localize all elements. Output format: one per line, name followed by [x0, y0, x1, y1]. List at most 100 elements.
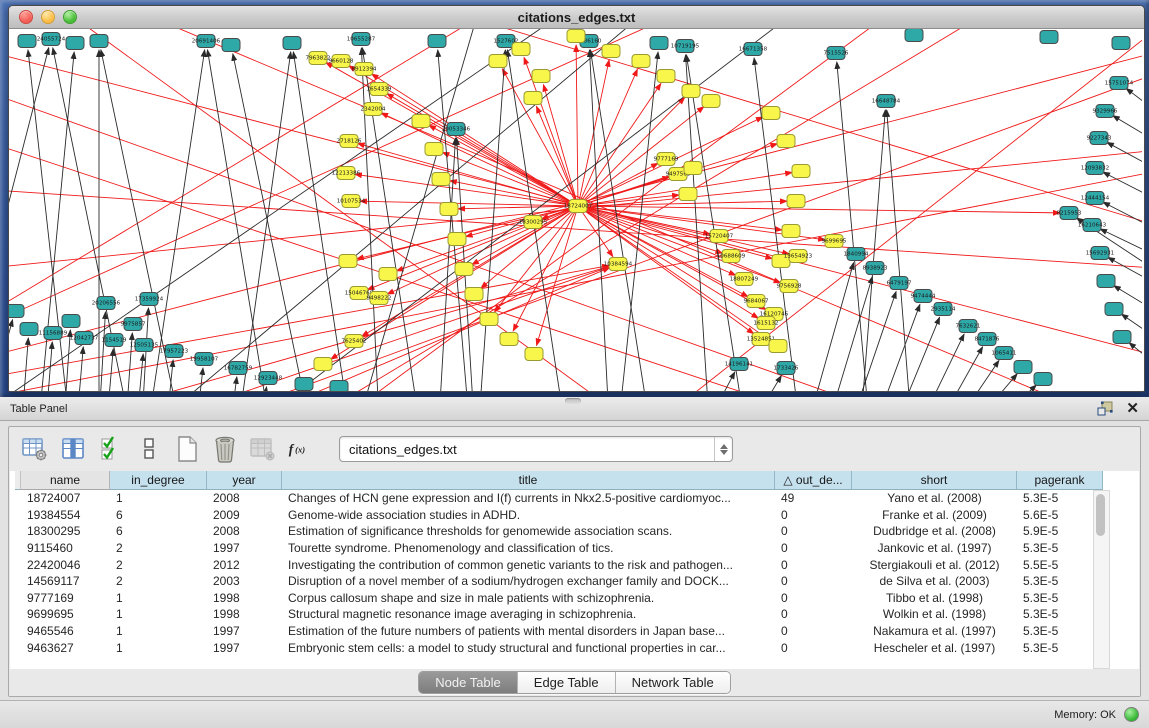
row-height-icon[interactable]	[135, 436, 162, 463]
citation-edge-red[interactable]	[578, 206, 1060, 213]
graph-node-12093832[interactable]: 12093832	[1081, 162, 1109, 175]
new-document-icon[interactable]	[173, 436, 200, 463]
citation-edge-red[interactable]	[249, 268, 610, 391]
graph-node-24055724[interactable]: 24055724	[37, 33, 66, 46]
citation-edge-red[interactable]	[442, 152, 578, 206]
graph-node[interactable]	[602, 45, 620, 58]
graph-node-9699695[interactable]: 9699695	[822, 235, 847, 248]
select-checks-icon[interactable]	[97, 436, 124, 463]
graph-node[interactable]	[339, 255, 357, 268]
citation-edge-black[interactable]	[9, 48, 49, 279]
graph-node[interactable]	[62, 315, 80, 328]
citation-edge-black[interactable]	[829, 277, 872, 391]
graph-node-10655287[interactable]: 10655287	[347, 33, 376, 46]
table-row[interactable]: 977716911998Corpus callosum shape and si…	[15, 590, 1103, 607]
graph-node-12042737[interactable]: 12042737	[70, 332, 99, 345]
graph-node[interactable]	[455, 263, 473, 276]
graph-node[interactable]	[567, 30, 585, 43]
graph-node[interactable]	[480, 313, 498, 326]
citation-edge-black[interactable]	[259, 29, 799, 391]
graph-node[interactable]	[18, 35, 36, 48]
citation-edge-black[interactable]	[167, 360, 173, 391]
table-row[interactable]: 1872400712008Changes of HCN gene express…	[15, 490, 1103, 507]
citation-edge-black[interactable]	[1129, 343, 1142, 375]
table-row[interactable]: 911546021997Tourette syndrome. Phenomeno…	[15, 540, 1103, 557]
graph-node-16671358[interactable]: 16671358	[739, 43, 768, 56]
graph-node[interactable]	[682, 85, 700, 98]
graph-node[interactable]	[330, 381, 348, 392]
graph-node[interactable]	[432, 173, 450, 186]
table-row[interactable]: 1830029562008Estimation of significance …	[15, 523, 1103, 540]
graph-node[interactable]	[222, 39, 240, 52]
graph-node-10107534[interactable]: 10107534	[337, 195, 366, 208]
graph-node-1654339[interactable]: 1654339	[367, 83, 392, 96]
graph-node[interactable]	[769, 340, 787, 353]
tab-edge-table[interactable]: Edge Table	[518, 672, 616, 693]
graph-node-6479197[interactable]: 6479197	[887, 277, 912, 290]
float-window-icon[interactable]	[1096, 400, 1114, 418]
graph-node[interactable]	[465, 288, 483, 301]
citation-edge-black[interactable]	[207, 50, 269, 391]
graph-node[interactable]	[905, 29, 923, 42]
citation-edge-red[interactable]	[49, 29, 629, 391]
graph-node[interactable]	[782, 225, 800, 238]
column-header-title[interactable]: title	[282, 471, 775, 490]
graph-node[interactable]	[702, 95, 720, 108]
graph-node-1840994[interactable]: 1840994	[844, 248, 869, 261]
graph-node-8938923[interactable]: 8938923	[863, 262, 888, 275]
graph-node-1733426[interactable]: 1733426	[774, 362, 799, 375]
graph-node[interactable]	[777, 135, 795, 148]
graph-node[interactable]	[762, 107, 780, 120]
tab-node-table[interactable]: Node Table	[419, 672, 518, 693]
graph-node-12213386[interactable]: 12213386	[332, 167, 361, 180]
citation-edge-black[interactable]	[1107, 142, 1142, 176]
graph-node-2935114[interactable]: 2935114	[931, 303, 956, 316]
column-header-pagerank[interactable]: pagerank	[1017, 471, 1103, 490]
graph-node-12444154[interactable]: 12444154	[1081, 192, 1110, 205]
network-canvas[interactable]: 2405572420691406106552871527602848616010…	[9, 29, 1144, 391]
table-row[interactable]: 2242004622012Investigating the contribut…	[15, 556, 1103, 573]
graph-node[interactable]	[66, 37, 84, 50]
graph-node-15751074[interactable]: 15751074	[1105, 77, 1134, 90]
graph-node[interactable]	[792, 165, 810, 178]
graph-node-9660128[interactable]: 9660128	[329, 55, 354, 68]
graph-node-9777169[interactable]: 9777169	[654, 153, 679, 166]
citation-edge-black[interactable]	[137, 354, 143, 391]
citation-edge-black[interactable]	[197, 368, 203, 391]
graph-node[interactable]	[425, 143, 443, 156]
citation-edge-red[interactable]	[331, 206, 578, 359]
graph-node-15692931[interactable]: 15692931	[1086, 247, 1115, 260]
graph-node[interactable]	[524, 92, 542, 105]
graph-node-17957223[interactable]: 17957223	[160, 345, 189, 358]
graph-node[interactable]	[448, 233, 466, 246]
table-row[interactable]: 1456911722003Disruption of a novel membe…	[15, 573, 1103, 590]
citation-edge-red[interactable]	[578, 69, 637, 206]
graph-node-12505135[interactable]: 12505135	[130, 339, 159, 352]
citation-edge-black[interactable]	[958, 360, 999, 391]
graph-node-20206556[interactable]: 20206556	[92, 297, 121, 310]
graph-node[interactable]	[684, 162, 702, 175]
graph-node-14196141[interactable]: 14196141	[725, 358, 754, 371]
trash-icon[interactable]	[211, 436, 238, 463]
citation-edge-red[interactable]	[578, 206, 772, 259]
citation-edge-black[interactable]	[1113, 116, 1142, 149]
citation-edge-black[interactable]	[877, 304, 920, 391]
graph-node[interactable]	[500, 333, 518, 346]
graph-node-12923448[interactable]: 12923448	[254, 372, 283, 385]
citation-edge-black[interactable]	[977, 374, 1017, 391]
column-header-out_degree[interactable]: △ out_de...	[775, 471, 852, 490]
table-vertical-scrollbar[interactable]	[1093, 490, 1110, 669]
graph-node[interactable]	[379, 268, 397, 281]
graph-node-19958107[interactable]: 19958107	[190, 353, 219, 366]
splitter-grip[interactable]	[565, 398, 581, 404]
table-row[interactable]: 946554611997Estimation of the future num…	[15, 623, 1103, 640]
column-header-in_degree[interactable]: in_degree	[110, 471, 207, 490]
graph-node[interactable]	[532, 70, 550, 83]
graph-node-8471876[interactable]: 8471876	[975, 333, 1000, 346]
graph-node[interactable]	[1014, 361, 1032, 374]
graph-node[interactable]	[489, 55, 507, 68]
graph-node[interactable]	[20, 323, 38, 336]
citation-edge-red[interactable]	[372, 74, 578, 206]
tab-network-table[interactable]: Network Table	[616, 672, 730, 693]
column-visibility-icon[interactable]	[59, 436, 86, 463]
